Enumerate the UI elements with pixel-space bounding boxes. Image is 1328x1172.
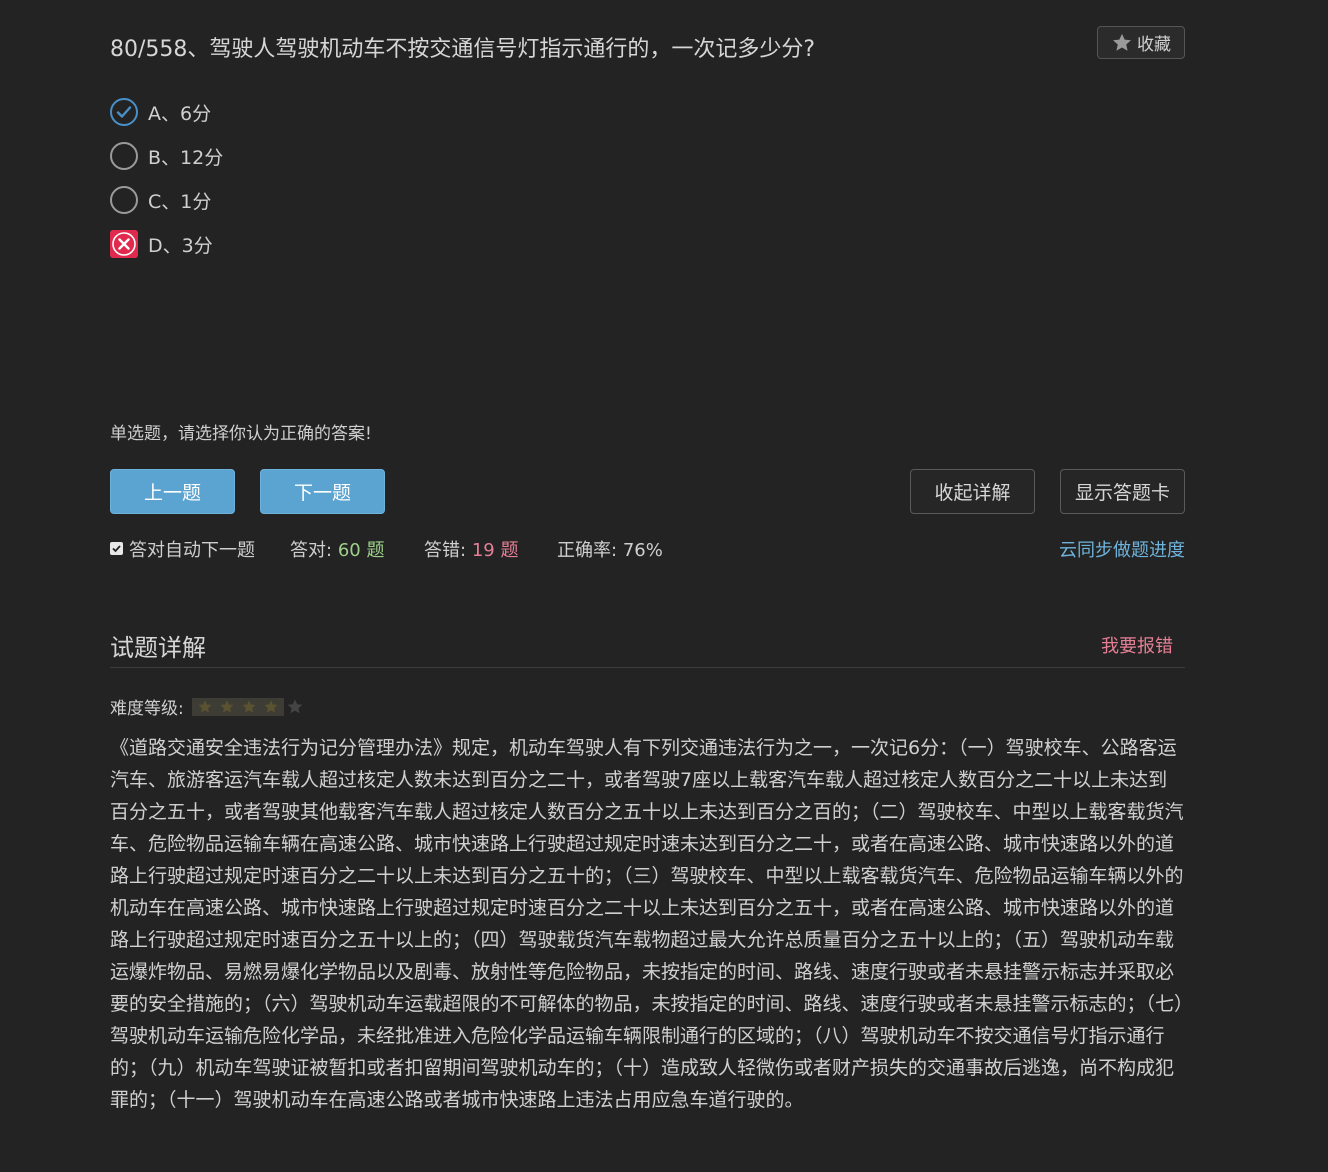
wrong-value: 19 题 [471, 540, 519, 561]
wrong-label: 答错: [424, 540, 467, 561]
option-label: D、3分 [148, 234, 213, 257]
option-label: C、1分 [148, 190, 212, 213]
detail-section-title: 试题详解 [110, 634, 206, 662]
collapse-explanation-button[interactable]: 收起详解 [910, 469, 1035, 514]
correct-label: 答对: [290, 540, 333, 561]
divider [110, 667, 1185, 668]
radio-circle-icon [110, 142, 138, 170]
correct-value: 60 题 [337, 540, 385, 561]
option-b[interactable]: B、12分 [110, 134, 223, 178]
wrong-x-icon [110, 230, 138, 258]
option-d[interactable]: D、3分 [110, 222, 223, 266]
option-label: B、12分 [148, 146, 224, 169]
favorite-label: 收藏 [1137, 35, 1171, 55]
auto-next-checkbox[interactable]: 答对自动下一题 [110, 536, 255, 562]
difficulty-row: 难度等级: [110, 694, 306, 719]
checked-circle-icon [110, 98, 138, 126]
star-icon [264, 699, 278, 713]
option-a[interactable]: A、6分 [110, 90, 223, 134]
difficulty-label: 难度等级: [110, 699, 184, 719]
checkbox-checked-icon [110, 542, 123, 555]
favorite-button[interactable]: 收藏 [1097, 26, 1185, 59]
auto-next-label: 答对自动下一题 [129, 540, 255, 561]
cloud-sync-link[interactable]: 云同步做题进度 [1059, 536, 1185, 562]
next-question-button[interactable]: 下一题 [260, 469, 385, 514]
accuracy-rate: 正确率: 76% [557, 536, 663, 562]
correct-count: 答对: 60 题 [290, 536, 384, 562]
wrong-count: 答错: 19 题 [424, 536, 518, 562]
radio-circle-icon [110, 186, 138, 214]
prev-question-button[interactable]: 上一题 [110, 469, 235, 514]
report-error-link[interactable]: 我要报错 [1101, 632, 1173, 658]
rate-label: 正确率: [557, 540, 618, 561]
question-type-hint: 单选题，请选择你认为正确的答案! [110, 424, 372, 444]
show-answer-card-button[interactable]: 显示答题卡 [1060, 469, 1185, 514]
difficulty-stars [191, 697, 306, 716]
star-icon [242, 699, 256, 713]
star-empty-icon [287, 699, 303, 713]
rate-value: 76% [622, 540, 663, 561]
star-icon [1113, 33, 1131, 51]
option-label: A、6分 [148, 102, 212, 125]
stats-bar: 答对自动下一题 答对: 60 题 答错: 19 题 正确率: 76% 云同步做题… [110, 536, 1185, 562]
star-rating-highlight [191, 697, 284, 716]
explanation-text: 《道路交通安全违法行为记分管理办法》规定，机动车驾驶人有下列交通违法行为之一，一… [110, 737, 1184, 1111]
option-list: A、6分 B、12分 C、1分 D、3分 [110, 90, 223, 266]
option-c[interactable]: C、1分 [110, 178, 223, 222]
star-icon [198, 699, 212, 713]
question-title: 80/558、驾驶人驾驶机动车不按交通信号灯指示通行的，一次记多少分? [110, 37, 816, 62]
star-icon [220, 699, 234, 713]
